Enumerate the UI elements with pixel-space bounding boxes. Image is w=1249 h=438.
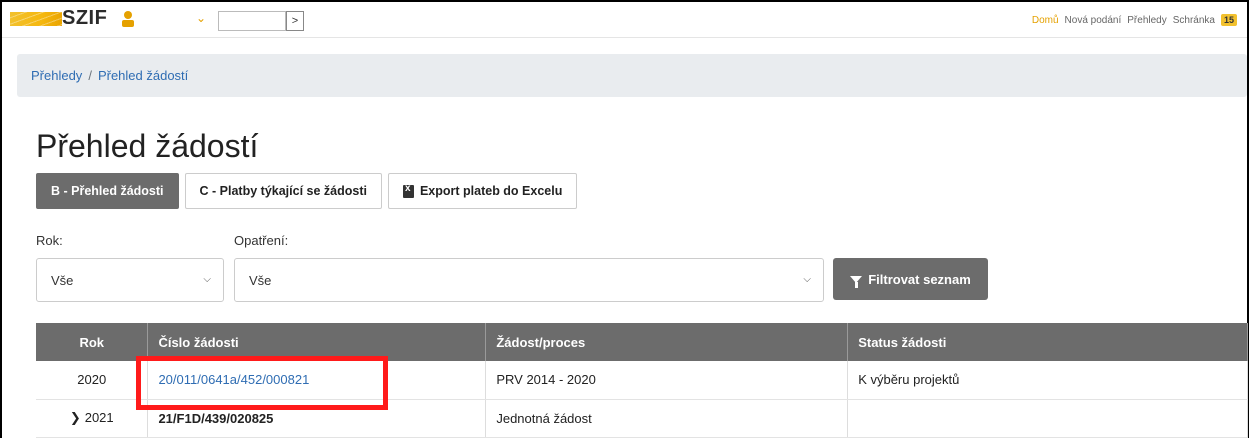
logo[interactable]: SZIF [62,7,107,30]
page-title: Přehled žádostí [36,128,259,164]
cell-status [847,399,1248,438]
measure-label: Opatření: [234,233,289,248]
go-button[interactable]: > [286,11,304,31]
cell-rok: ❯ 2021 [36,399,149,438]
year-select[interactable]: Vše ⌵ [36,258,224,302]
year-label: Rok: [36,233,63,248]
cell-status: K výběru projektů [847,361,1248,400]
breadcrumb-item-prehledy[interactable]: Přehledy [31,68,82,83]
filter-button[interactable]: Filtrovat seznam [833,258,988,300]
tab-bar: B - Přehled žádosti C - Platby týkající … [36,173,578,209]
nav-link-nova-podani[interactable]: Nová podání [1065,15,1122,26]
nav-link-prehledy[interactable]: Přehledy [1127,15,1166,26]
breadcrumb: Přehledy / Přehled žádostí [17,54,1247,97]
inbox-count-badge: 15 [1220,14,1237,26]
chevron-down-icon[interactable]: ⌄ [196,11,206,25]
tab-label: B - Přehled žádosti [51,184,164,198]
column-header-status[interactable]: Status žádosti [847,323,1248,361]
chevron-right-icon[interactable]: ❯ [70,410,81,426]
logo-stripe [10,12,62,26]
nav-link-schranka[interactable]: Schránka [1173,15,1215,26]
filter-icon [850,275,863,288]
chevron-down-icon: ⌵ [203,274,211,285]
column-header-rok[interactable]: Rok [36,323,149,361]
cell-proces: PRV 2014 - 2020 [485,361,849,400]
tab-platby[interactable]: C - Platby týkající se žádosti [184,173,382,209]
top-nav-links: Domů Nová podání Přehledy Schránka 15 [1032,14,1237,26]
column-header-proces[interactable]: Žádost/proces [485,323,849,361]
measure-select-value: Vše [249,273,272,288]
export-excel-button[interactable]: Export plateb do Excelu [387,173,578,209]
tab-prehled-zadosti[interactable]: B - Přehled žádosti [36,173,179,209]
user-icon[interactable] [120,10,136,28]
highlight-box [136,356,388,410]
cell-rok-value: 2021 [84,410,114,425]
breadcrumb-separator: / [88,68,92,83]
top-search-input[interactable] [218,11,286,31]
chevron-down-icon: ⌵ [803,274,811,285]
tab-label: C - Platby týkající se žádosti [199,184,367,198]
year-select-value: Vše [51,273,74,288]
cell-rok: 2020 [36,361,149,400]
excel-icon [402,183,414,198]
breadcrumb-item-prehled-zadosti[interactable]: Přehled žádostí [98,68,188,83]
top-navbar: SZIF ⌄ > Domů Nová podání Přehledy Schrá… [2,2,1247,38]
tab-label: Export plateb do Excelu [419,184,563,198]
filter-button-label: Filtrovat seznam [868,271,971,287]
measure-select[interactable]: Vše ⌵ [234,258,824,302]
cell-proces: Jednotná žádost [485,399,849,438]
nav-link-domu[interactable]: Domů [1032,15,1059,26]
